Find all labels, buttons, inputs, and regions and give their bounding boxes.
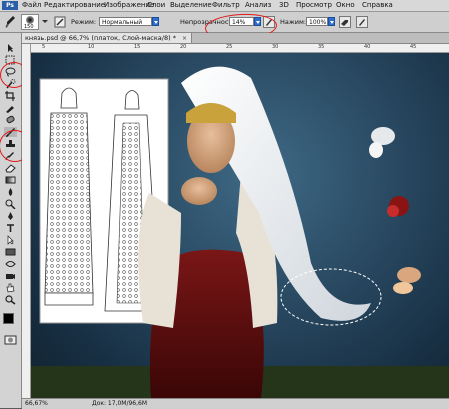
left-sleeve	[138, 193, 181, 328]
brush-tip-icon	[26, 16, 34, 24]
path-selection-tool-icon[interactable]	[4, 235, 17, 245]
menu-item-view[interactable]: Просмотр	[296, 1, 332, 9]
menu-item-window[interactable]: Окно	[336, 1, 355, 9]
ruler-label: 15	[134, 44, 141, 50]
mode-dropdown-button[interactable]	[152, 17, 159, 26]
ruler-label: 30	[272, 44, 279, 50]
menu-item-layers[interactable]: Слои	[147, 1, 165, 9]
ruler-horizontal: 5 10 15 20 25 30 35 40 45	[30, 44, 449, 53]
options-bar: 150 Режим: Нормальный Непрозрачность: 14…	[0, 12, 449, 42]
eyedropper-tool-icon[interactable]	[4, 103, 17, 113]
airbrush-icon[interactable]	[339, 16, 351, 28]
menu-item-edit[interactable]: Редактирование	[44, 1, 105, 9]
menu-item-help[interactable]: Справка	[362, 1, 393, 9]
app-logo: Ps	[2, 1, 18, 10]
ruler-label: 45	[410, 44, 417, 50]
brush-tool-preset-icon[interactable]	[4, 15, 16, 29]
zoom-tool-icon[interactable]	[4, 295, 17, 305]
ruler-vertical	[22, 44, 31, 404]
gradient-tool-icon[interactable]	[4, 175, 17, 185]
menu-bar: Ps Файл Редактирование Изображение Слои …	[0, 0, 449, 12]
ruler-label: 5	[42, 44, 46, 50]
flow-slider-button[interactable]	[328, 17, 335, 26]
menu-item-select[interactable]: Выделение	[170, 1, 212, 9]
sketch-figure-left	[44, 87, 94, 306]
ruler-label: 35	[318, 44, 325, 50]
mode-select[interactable]: Нормальный	[99, 17, 152, 26]
ruler-label: 25	[226, 44, 233, 50]
shape-tool-icon[interactable]	[4, 247, 17, 257]
crop-tool-icon[interactable]	[4, 91, 17, 101]
3d-rotate-tool-icon[interactable]	[4, 259, 17, 269]
ruler-label: 40	[364, 44, 371, 50]
flow-label: Нажим:	[280, 18, 307, 26]
flow-input[interactable]: 100%	[306, 17, 328, 26]
quick-mask-icon[interactable]	[4, 335, 17, 345]
close-tab-icon[interactable]: ×	[182, 35, 187, 42]
pen-tool-icon[interactable]	[4, 211, 17, 221]
blur-tool-icon[interactable]	[4, 187, 17, 197]
type-tool-icon[interactable]	[4, 223, 17, 233]
healing-brush-tool-icon[interactable]	[4, 115, 17, 125]
hands-shape	[181, 177, 217, 205]
artwork	[31, 66, 449, 398]
brush-preview[interactable]: 150	[21, 14, 39, 30]
eraser-tool-icon[interactable]	[4, 163, 17, 173]
brush-size: 150	[24, 24, 34, 30]
brush-panel-icon[interactable]	[54, 16, 66, 28]
color-swatch-blobs	[369, 127, 421, 294]
pen-pressure-size-icon[interactable]	[356, 16, 368, 28]
document-tab-bar: князь.psd @ 66,7% (платок, Слой-маска/8)…	[22, 33, 449, 44]
ruler-label: 20	[180, 44, 187, 50]
mode-label: Режим:	[71, 18, 97, 26]
menu-item-3d[interactable]: 3D	[279, 1, 289, 9]
menu-item-filter[interactable]: Фильтр	[212, 1, 240, 9]
toolbox	[0, 33, 31, 408]
menu-item-analysis[interactable]: Анализ	[245, 1, 271, 9]
ruler-label: 10	[88, 44, 95, 50]
hand-tool-icon[interactable]	[4, 283, 17, 293]
foreground-color-swatch[interactable]	[3, 313, 14, 324]
dodge-tool-icon[interactable]	[4, 199, 17, 209]
3d-camera-tool-icon[interactable]	[4, 271, 17, 281]
document-tab[interactable]: князь.psd @ 66,7% (платок, Слой-маска/8)…	[22, 33, 192, 43]
move-tool-icon[interactable]	[4, 43, 17, 53]
brush-dropdown-icon[interactable]	[42, 18, 48, 24]
menu-item-file[interactable]: Файл	[22, 1, 41, 9]
document-canvas[interactable]	[31, 53, 449, 398]
status-bar: 66,67% Док: 17,0М/96,6М	[22, 398, 449, 409]
